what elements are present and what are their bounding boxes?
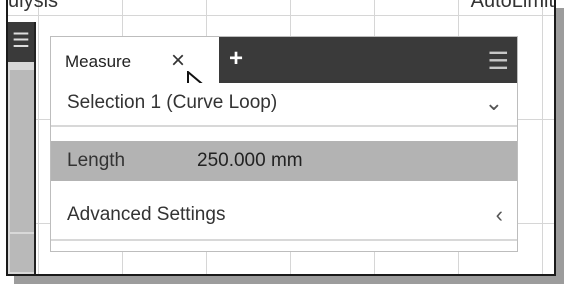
rail-header[interactable]: ☰: [8, 22, 34, 62]
length-label: Length: [67, 150, 126, 171]
advanced-settings-label: Advanced Settings: [67, 204, 226, 225]
close-icon[interactable]: ×: [171, 47, 185, 75]
tab-label: Measure: [65, 52, 132, 71]
menu-icon[interactable]: ☰: [487, 47, 509, 76]
length-row: Length 250.000 mm: [51, 141, 517, 181]
chevron-left-icon[interactable]: ‹: [496, 202, 503, 228]
panel-tabs: Measure × + ☰: [51, 37, 517, 104]
tab-measure[interactable]: Measure ×: [51, 37, 219, 104]
plus-icon[interactable]: +: [229, 45, 243, 73]
chevron-down-icon[interactable]: ⌄: [485, 90, 503, 116]
top-left-label: ulysis: [8, 0, 59, 12]
hamburger-icon: ☰: [12, 30, 30, 52]
selection-row[interactable]: Selection 1 (Curve Loop) ⌄: [51, 83, 517, 123]
top-right-label: AutoLimit: [470, 0, 554, 12]
divider: [51, 125, 517, 127]
rail-panel: [10, 234, 34, 272]
divider: [51, 239, 517, 241]
advanced-settings-row[interactable]: Advanced Settings ‹: [51, 195, 517, 235]
length-value: 250.000 mm: [197, 150, 303, 171]
selection-label: Selection 1 (Curve Loop): [67, 92, 278, 113]
left-rail: ☰: [8, 22, 36, 274]
app-screen: ulysis AutoLimit ☰ Measure × + ☰ Selecti…: [6, 0, 556, 276]
rail-panel: [10, 70, 34, 232]
measure-panel: Measure × + ☰ Selection 1 (Curve Loop) ⌄…: [50, 36, 518, 252]
